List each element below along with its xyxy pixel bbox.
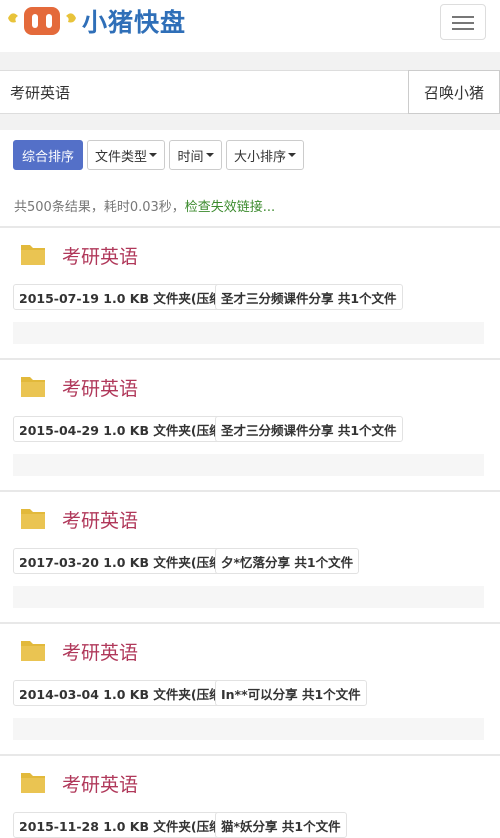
- search-bar: 召唤小猪: [0, 70, 500, 114]
- folder-icon: [21, 773, 45, 793]
- result-share: In**可以分享 共1个文件: [215, 680, 367, 706]
- search-input[interactable]: [0, 71, 408, 113]
- check-links-link[interactable]: 检查失效链接...: [185, 200, 275, 215]
- result-title-link[interactable]: 考研英语: [62, 638, 138, 665]
- result-title-link[interactable]: 考研英语: [62, 242, 138, 269]
- result-share: 圣才三分频课件分享 共1个文件: [215, 416, 403, 442]
- logo-text: 小猪快盘: [82, 8, 187, 37]
- result-title-link[interactable]: 考研英语: [62, 374, 138, 401]
- folder-icon: [21, 509, 45, 529]
- result-snippet: [13, 586, 484, 608]
- header: 小猪快盘: [0, 0, 500, 52]
- logo[interactable]: 小猪快盘: [6, 4, 186, 38]
- results-panel: 综合排序 文件类型 时间 大小排序 共500条结果，耗时0.03秒，检查失效链接…: [0, 130, 500, 838]
- search-button[interactable]: 召唤小猪: [408, 70, 500, 114]
- caret-down-icon: [205, 153, 214, 157]
- result-share: 夕*忆落分享 共1个文件: [215, 548, 360, 574]
- result-meta: 2015-04-29 1.0 KB 文件夹(压缩): [13, 416, 234, 442]
- result-meta: 2015-11-28 1.0 KB 文件夹(压缩): [13, 812, 234, 838]
- menu-button[interactable]: [440, 4, 486, 40]
- sort-time-dropdown[interactable]: 时间: [169, 140, 222, 170]
- result-card: 考研英语 2014-03-04 1.0 KB 文件夹(压缩) In**可以分享 …: [0, 622, 500, 752]
- result-snippet: [13, 454, 484, 476]
- result-card: 考研英语 2015-11-28 1.0 KB 文件夹(压缩) 猫*妖分享 共1个…: [0, 754, 500, 838]
- folder-icon: [21, 245, 45, 265]
- hamburger-icon: [452, 16, 474, 18]
- result-title-link[interactable]: 考研英语: [62, 506, 138, 533]
- folder-icon: [21, 641, 45, 661]
- result-summary: 共500条结果，耗时0.03秒，检查失效链接...: [14, 200, 276, 215]
- result-snippet: [13, 718, 484, 740]
- result-card: 考研英语 2015-04-29 1.0 KB 文件夹(压缩) 圣才三分频课件分享…: [0, 358, 500, 488]
- sort-filetype-dropdown[interactable]: 文件类型: [87, 140, 165, 170]
- result-meta: 2017-03-20 1.0 KB 文件夹(压缩): [13, 548, 234, 574]
- caret-down-icon: [288, 153, 296, 157]
- result-meta: 2014-03-04 1.0 KB 文件夹(压缩): [13, 680, 234, 706]
- caret-down-icon: [149, 153, 157, 157]
- result-card: 考研英语 2015-07-19 1.0 KB 文件夹(压缩) 圣才三分频课件分享…: [0, 226, 500, 356]
- result-snippet: [13, 322, 484, 344]
- result-title-link[interactable]: 考研英语: [62, 770, 138, 797]
- pig-logo-icon: [8, 7, 76, 35]
- result-share: 圣才三分频课件分享 共1个文件: [215, 284, 403, 310]
- sort-comprehensive-button[interactable]: 综合排序: [13, 140, 83, 170]
- folder-icon: [21, 377, 45, 397]
- result-card: 考研英语 2017-03-20 1.0 KB 文件夹(压缩) 夕*忆落分享 共1…: [0, 490, 500, 620]
- result-meta: 2015-07-19 1.0 KB 文件夹(压缩): [13, 284, 234, 310]
- result-share: 猫*妖分享 共1个文件: [215, 812, 347, 838]
- sort-size-dropdown[interactable]: 大小排序: [226, 140, 304, 170]
